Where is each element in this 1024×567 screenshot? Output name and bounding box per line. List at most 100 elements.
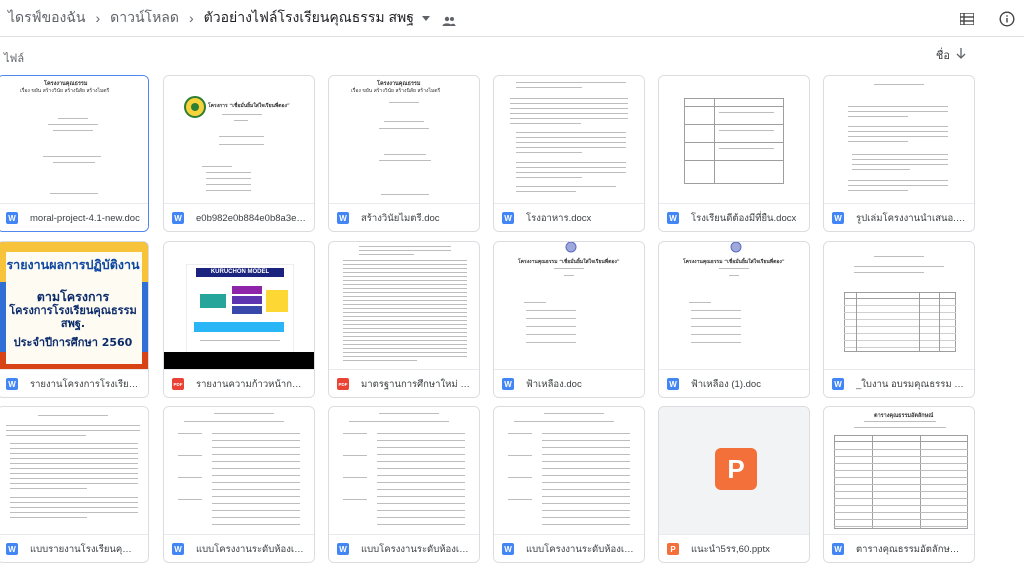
file-name: _ใบงาน อบรมคุณธรรม Works... [856, 378, 966, 390]
arrow-down-icon [956, 48, 966, 62]
thumb-banner-title: รายงานผลการปฏิบัติงาน [6, 257, 140, 272]
file-card[interactable]: W โรงอาหาร.docx [493, 75, 645, 232]
text-line [359, 246, 451, 247]
file-name: ฟ้าเหลือง.doc [526, 378, 582, 390]
text-line [542, 503, 630, 504]
file-thumbnail: โครงการ “เชื่อมั่นยิ้มใส่ใจเรียนพี่ตอง” [164, 76, 314, 203]
text-line [516, 172, 626, 173]
file-card[interactable]: W แบบโครงงานระดับห้องเรียน ส... [163, 406, 315, 563]
file-thumbnail [329, 242, 479, 369]
text-line [848, 180, 948, 181]
file-card[interactable]: W รูปเล่มโครงงานนำเสนอ.docx [823, 75, 975, 232]
text-line [212, 461, 300, 462]
breadcrumb-downloads[interactable]: ดาวน์โหลด [106, 7, 183, 29]
top-bar: ไดรฟ์ของฉัน › ดาวน์โหลด › ตัวอย่างไฟล์โร… [0, 0, 1024, 37]
text-line [343, 312, 467, 313]
word-doc-icon: W [172, 212, 184, 224]
file-thumbnail [824, 242, 974, 369]
text-line [343, 455, 367, 456]
text-line [212, 510, 300, 511]
text-line [848, 116, 908, 117]
thumb-title: โครงการ “เชื่อมั่นยิ้มใส่ใจเรียนพี่ตอง” [208, 103, 290, 109]
text-line [359, 250, 451, 251]
text-line [212, 433, 300, 434]
text-line [508, 477, 532, 478]
file-card[interactable]: PDF มาตรฐานการศึกษาใหม่ 6 8 6... [328, 241, 480, 398]
file-card[interactable]: P P แนะนำ5รร,60.pptx [658, 406, 810, 563]
text-line [852, 159, 948, 160]
file-name: e0b982e0b884e0b8a3e0b8... [196, 212, 306, 224]
file-card[interactable]: W _ใบงาน อบรมคุณธรรม Works... [823, 241, 975, 398]
thumb-model-title: KURUCHON MODEL [196, 268, 284, 277]
text-line [542, 454, 630, 455]
file-card[interactable]: โครงงานคุณธรรม “เชื่อมั่นยิ้มใส่ใจเรียนพ… [493, 241, 645, 398]
file-name: แบบโครงงานระดับห้องเรียน ม... [361, 543, 471, 555]
file-card[interactable]: W แบบโครงงานระดับห้องเรียน ป... [493, 406, 645, 563]
text-line [514, 421, 554, 422]
text-line [516, 152, 582, 153]
file-card-footer: W ตารางคุณธรรมอัตลักษณ์.doc [824, 534, 974, 562]
word-doc-icon: W [502, 378, 514, 390]
text-line [377, 475, 465, 476]
file-card-footer: W รูปเล่มโครงงานนำเสนอ.docx [824, 203, 974, 231]
text-line [6, 435, 86, 436]
text-line [542, 447, 630, 448]
file-card[interactable]: W แบบโครงงานระดับห้องเรียน ม... [328, 406, 480, 563]
text-line [343, 296, 467, 297]
file-card[interactable]: โครงงานคุณธรรม “เชื่อมั่นยิ้มใส่ใจเรียนพ… [658, 241, 810, 398]
text-line [379, 413, 439, 414]
text-line [874, 84, 924, 85]
text-line [377, 433, 465, 434]
file-card-footer: W e0b982e0b884e0b8a3e0b8... [164, 203, 314, 231]
breadcrumb-my-drive[interactable]: ไดรฟ์ของฉัน [4, 7, 90, 29]
text-line [542, 489, 630, 490]
file-name: รายงานความก้าวหน้าการพัฒน... [196, 378, 306, 390]
text-line [834, 526, 968, 527]
file-thumbnail [0, 407, 148, 534]
text-line [516, 87, 582, 88]
text-line [554, 421, 614, 422]
text-line [212, 475, 300, 476]
file-card[interactable]: รายงานผลการปฏิบัติงาน ตามโครงการ โครงการ… [0, 241, 149, 398]
text-line [343, 276, 467, 277]
text-line [38, 415, 108, 416]
text-line [508, 499, 532, 500]
text-line [516, 186, 616, 187]
file-card[interactable]: W แบบรายงานโรงเรียนคุณธรรม-... [0, 406, 149, 563]
info-icon[interactable] [996, 8, 1018, 30]
text-line [343, 352, 467, 353]
file-card[interactable]: ตารางคุณธรรมอัตลักษณ์ W ตารางคุณธรรมอัตล… [823, 406, 975, 563]
text-line [212, 440, 300, 441]
file-card[interactable]: โครงงานคุณธรรม เรื่อง ขยัน สร้างวินัย สร… [0, 75, 149, 232]
text-line [224, 421, 284, 422]
file-thumbnail [329, 407, 479, 534]
text-line [10, 468, 138, 469]
file-card[interactable]: KURUCHON MODEL PDF รายงานความก้าวหน้าการ… [163, 241, 315, 398]
text-line [510, 98, 628, 99]
text-line [848, 136, 948, 137]
text-line [848, 141, 908, 142]
text-line [343, 332, 467, 333]
text-line [848, 190, 908, 191]
file-card-footer: W ฟ้าเหลือง (1).doc [659, 369, 809, 397]
file-name: มาตรฐานการศึกษาใหม่ 6 8 6... [361, 378, 471, 390]
text-line [349, 421, 389, 422]
text-line [848, 131, 948, 132]
file-card-footer: PDF รายงานความก้าวหน้าการพัฒน... [164, 369, 314, 397]
thumb-subtitle: เรื่อง ขยัน สร้างวินัย สร้างนิสัย สร้างไ… [351, 88, 441, 94]
text-line [834, 491, 968, 492]
text-line [542, 440, 630, 441]
breadcrumb-current-folder[interactable]: ตัวอย่างไฟล์โรงเรียนคุณธรรม สพฐ [200, 7, 418, 29]
file-card[interactable]: โครงการ “เชื่อมั่นยิ้มใส่ใจเรียนพี่ตอง” … [163, 75, 315, 232]
file-card[interactable]: โครงงานคุณธรรม เรื่อง ขยัน สร้างวินัย สร… [328, 75, 480, 232]
chevron-down-icon[interactable] [421, 15, 430, 21]
file-card-footer: W โรงเรียนดีต้องมีที่ยืน.docx [659, 203, 809, 231]
text-line [544, 413, 604, 414]
word-doc-icon: W [667, 378, 679, 390]
sort-by-name-button[interactable]: ชื่อ [936, 46, 966, 64]
text-line [377, 496, 465, 497]
list-view-icon[interactable] [956, 8, 978, 30]
file-card[interactable]: W โรงเรียนดีต้องมีที่ยืน.docx [658, 75, 810, 232]
text-line [214, 413, 274, 414]
word-doc-icon: W [832, 543, 844, 555]
